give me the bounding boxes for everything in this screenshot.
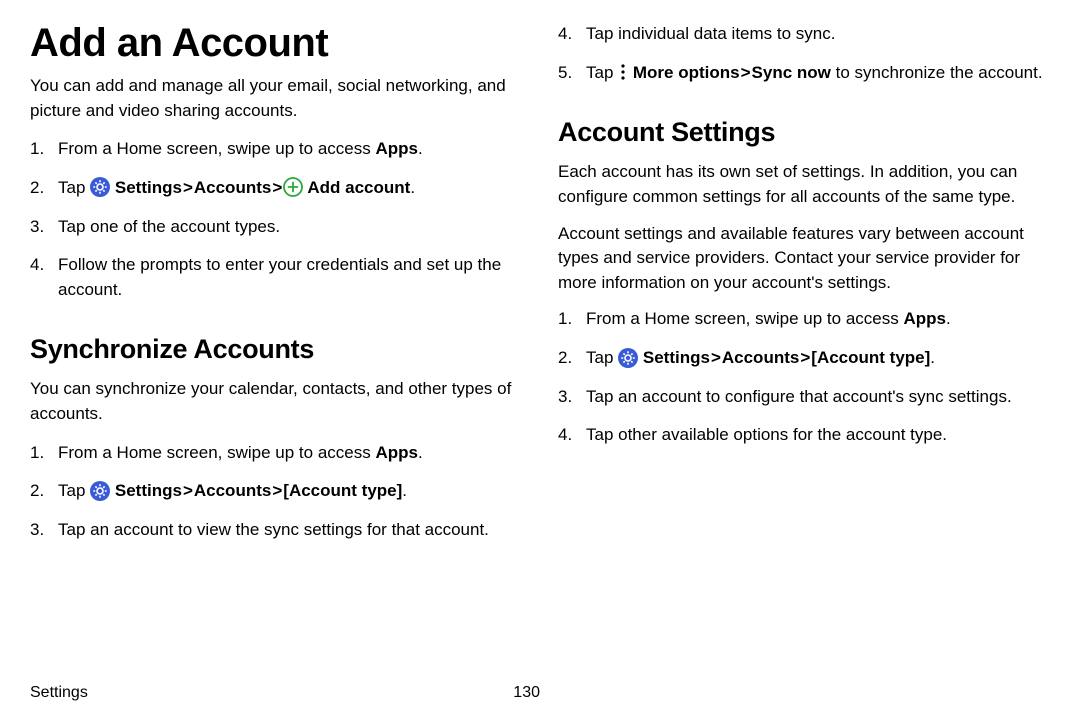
bold-text: Apps: [375, 443, 418, 462]
step-item: Follow the prompts to enter your credent…: [30, 253, 522, 302]
bold-text: Accounts: [722, 348, 799, 367]
sync-steps-continued: Tap individual data items to sync. Tap M…: [558, 22, 1050, 85]
page-footer: Settings 130: [30, 678, 540, 702]
bold-text: Settings: [110, 481, 182, 500]
step-text: Tap: [586, 63, 618, 82]
step-text: Tap: [58, 178, 90, 197]
breadcrumb-separator: >: [711, 348, 721, 367]
step-item: From a Home screen, swipe up to access A…: [30, 441, 522, 466]
left-column: Add an Account You can add and manage al…: [30, 22, 522, 678]
settings-gear-icon: [618, 348, 638, 368]
section-heading: Account Settings: [558, 117, 1050, 148]
bold-text: Settings: [110, 178, 182, 197]
settings-gear-icon: [90, 177, 110, 197]
step-text: From a Home screen, swipe up to access: [586, 309, 903, 328]
step-text: .: [946, 309, 951, 328]
two-column-layout: Add an Account You can add and manage al…: [30, 22, 1050, 678]
breadcrumb-separator: >: [183, 481, 193, 500]
sync-steps: From a Home screen, swipe up to access A…: [30, 441, 522, 543]
step-item: Tap individual data items to sync.: [558, 22, 1050, 47]
step-text: .: [402, 481, 407, 500]
account-settings-steps: From a Home screen, swipe up to access A…: [558, 307, 1050, 448]
step-item: Tap Settings>Accounts>[Account type].: [30, 479, 522, 504]
bold-text: [Account type]: [811, 348, 930, 367]
body-text: Each account has its own set of settings…: [558, 160, 1050, 209]
bold-text: Apps: [375, 139, 418, 158]
right-column: Tap individual data items to sync. Tap M…: [558, 22, 1050, 678]
bold-text: Sync now: [752, 63, 831, 82]
step-text: Tap: [586, 348, 618, 367]
step-text: Tap: [58, 481, 90, 500]
step-text: .: [418, 443, 423, 462]
settings-gear-icon: [90, 481, 110, 501]
step-text: to synchronize the account.: [831, 63, 1043, 82]
add-account-steps: From a Home screen, swipe up to access A…: [30, 137, 522, 302]
step-text: From a Home screen, swipe up to access: [58, 443, 375, 462]
breadcrumb-separator: >: [183, 178, 193, 197]
breadcrumb-separator: >: [800, 348, 810, 367]
step-item: Tap More options>Sync now to synchronize…: [558, 61, 1050, 86]
step-item: Tap an account to configure that account…: [558, 385, 1050, 410]
step-item: Tap Settings>Accounts>[Account type].: [558, 346, 1050, 371]
bold-text: More options: [628, 63, 739, 82]
intro-text: You can synchronize your calendar, conta…: [30, 377, 522, 426]
step-item: Tap other available options for the acco…: [558, 423, 1050, 448]
add-plus-icon: [283, 177, 303, 197]
body-text: Account settings and available features …: [558, 222, 1050, 296]
bold-text: Apps: [903, 309, 946, 328]
bold-text: Add account: [303, 178, 410, 197]
intro-text: You can add and manage all your email, s…: [30, 74, 522, 123]
step-item: From a Home screen, swipe up to access A…: [30, 137, 522, 162]
breadcrumb-separator: >: [272, 178, 282, 197]
breadcrumb-separator: >: [272, 481, 282, 500]
bold-text: [Account type]: [283, 481, 402, 500]
more-options-icon: [618, 62, 628, 82]
section-heading: Synchronize Accounts: [30, 334, 522, 365]
bold-text: Settings: [638, 348, 710, 367]
manual-page: Add an Account You can add and manage al…: [0, 0, 1080, 720]
step-text: .: [930, 348, 935, 367]
step-item: Tap Settings>Accounts> Add account.: [30, 176, 522, 201]
footer-page-number: 130: [513, 684, 540, 702]
step-text: .: [410, 178, 415, 197]
page-title: Add an Account: [30, 22, 522, 64]
step-item: From a Home screen, swipe up to access A…: [558, 307, 1050, 332]
step-item: Tap an account to view the sync settings…: [30, 518, 522, 543]
step-item: Tap one of the account types.: [30, 215, 522, 240]
breadcrumb-separator: >: [741, 63, 751, 82]
step-text: From a Home screen, swipe up to access: [58, 139, 375, 158]
step-text: .: [418, 139, 423, 158]
bold-text: Accounts: [194, 178, 271, 197]
bold-text: Accounts: [194, 481, 271, 500]
footer-section: Settings: [30, 684, 88, 702]
